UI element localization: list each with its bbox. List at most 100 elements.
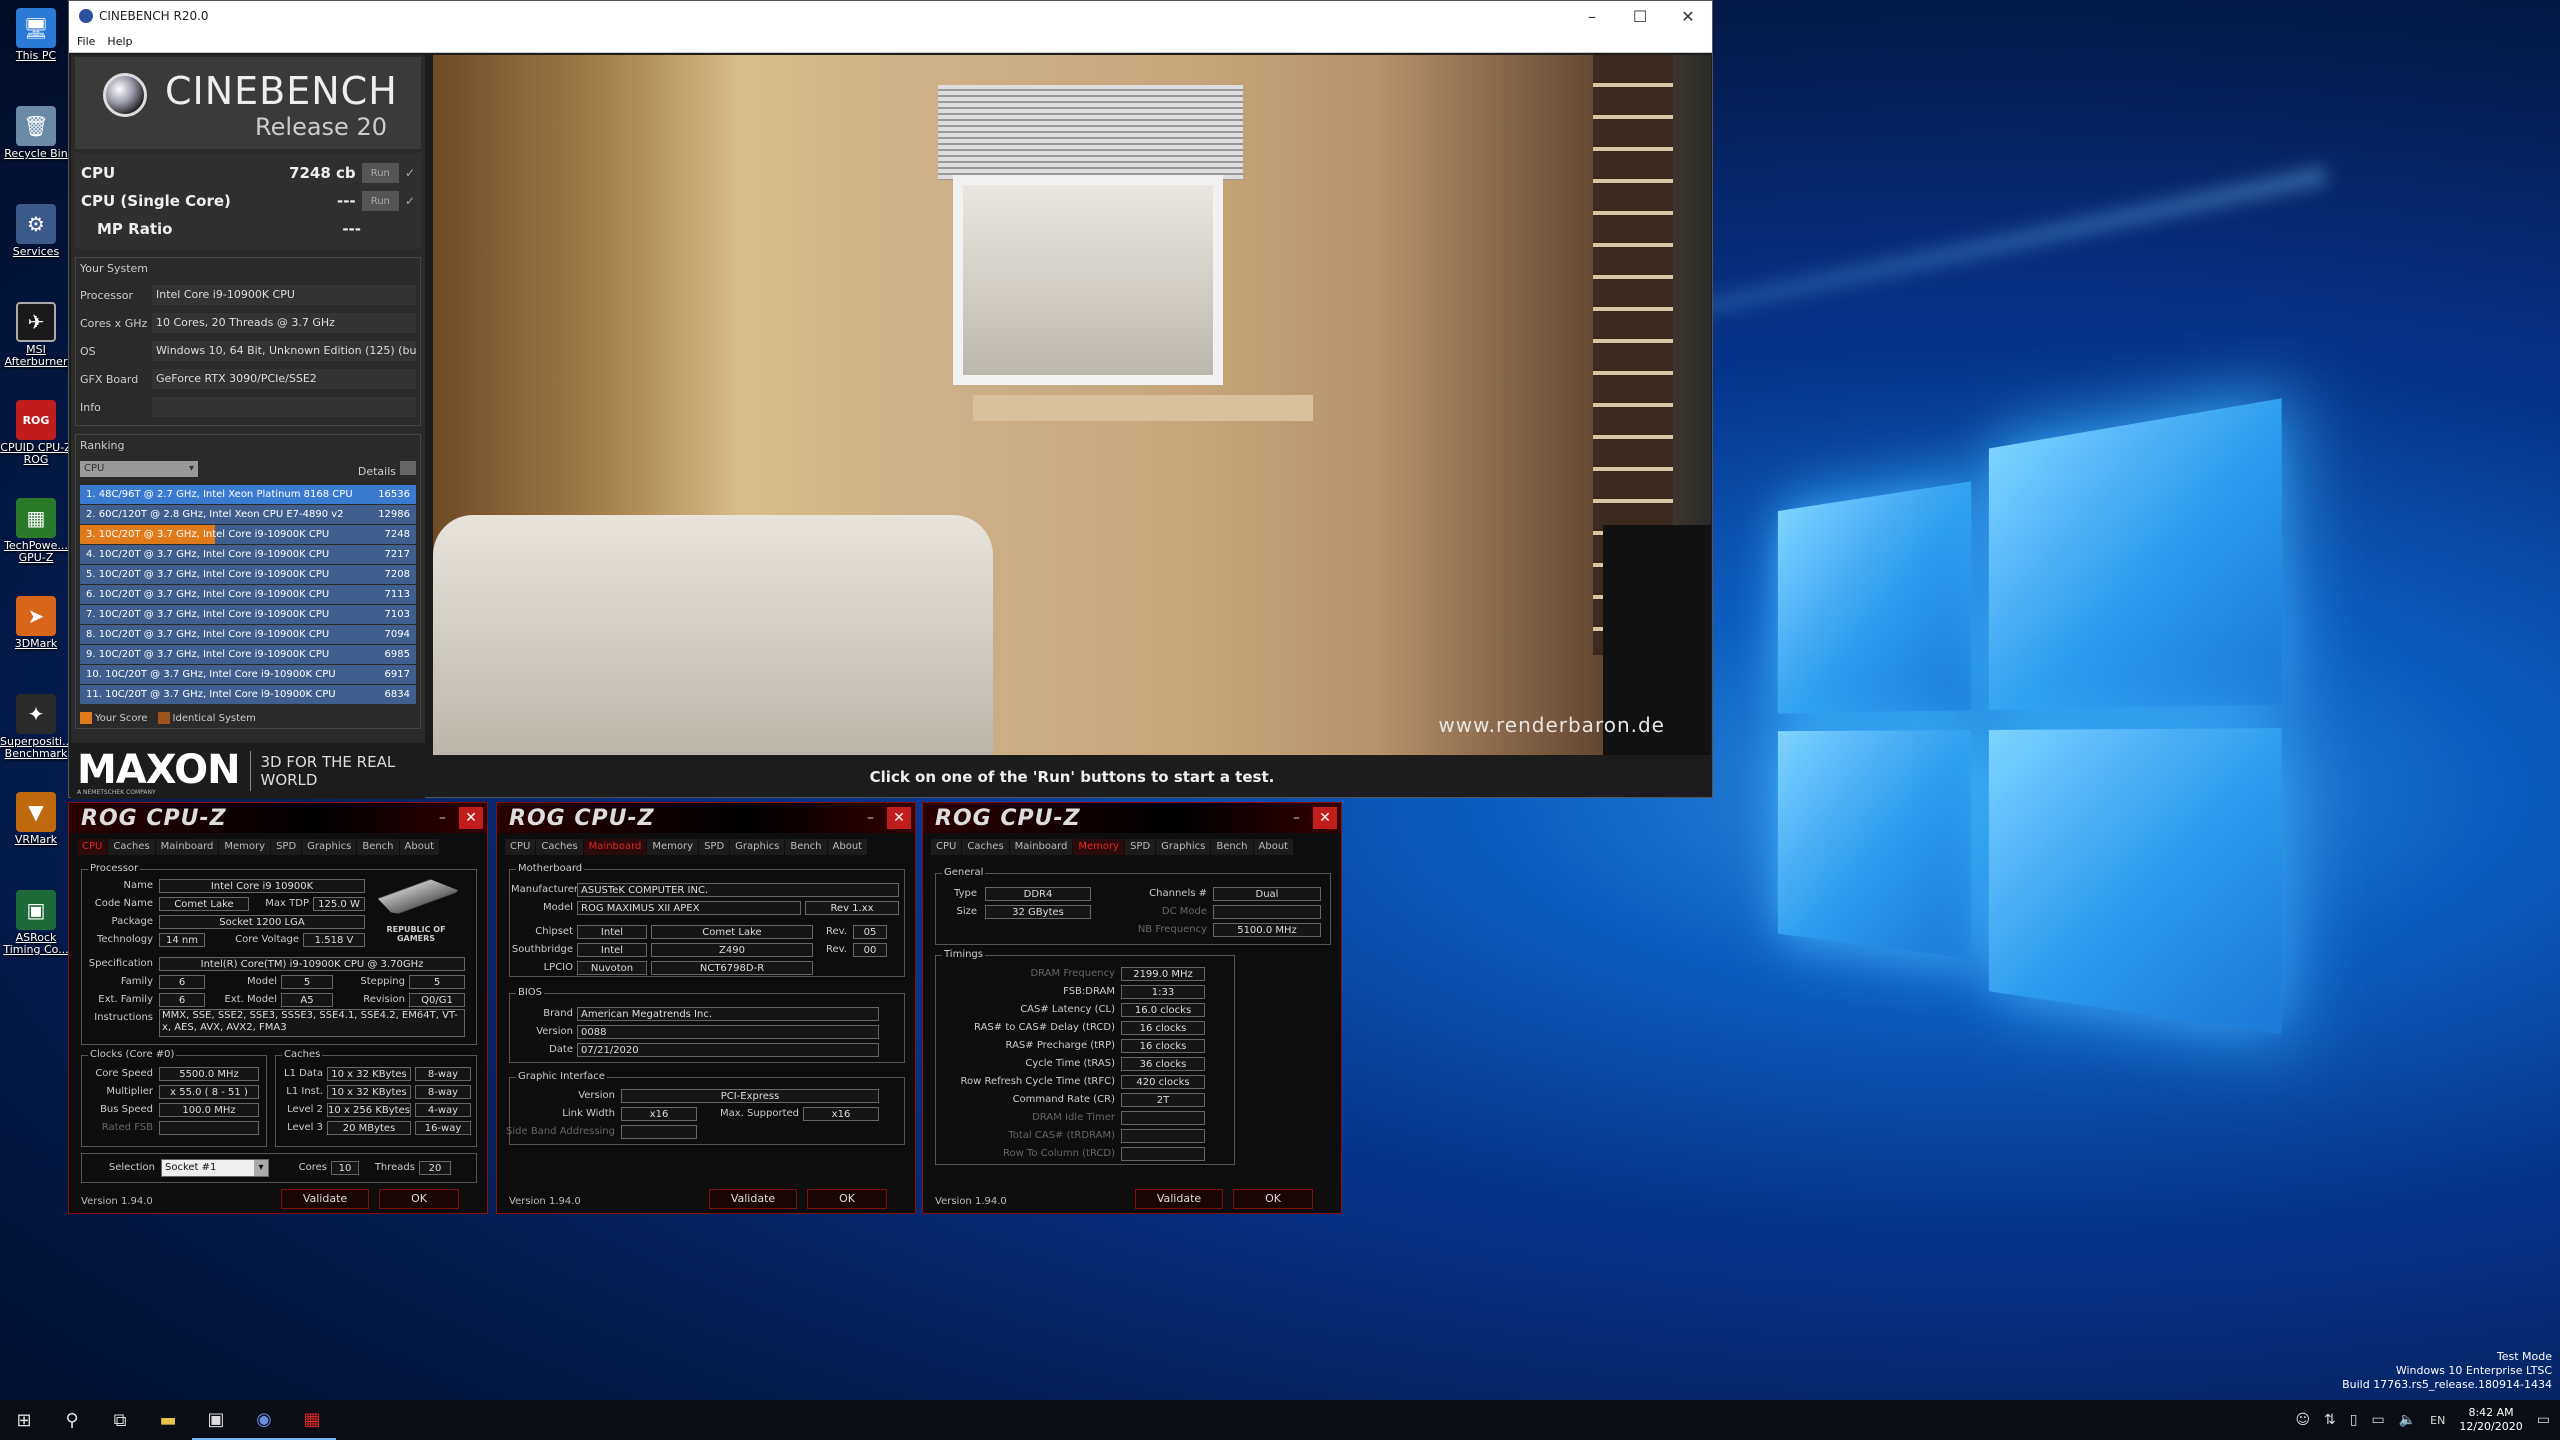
tab-spd[interactable]: SPD — [271, 839, 302, 855]
ranking-select[interactable]: CPU ▾ — [80, 461, 198, 477]
cpuz-title-bar[interactable]: ROG CPU-Z – ✕ — [923, 803, 1341, 833]
ranking-item[interactable]: 11. 10C/20T @ 3.7 GHz, Intel Core i9-109… — [80, 684, 416, 704]
ok-button[interactable]: OK — [807, 1189, 887, 1209]
validate-button[interactable]: Validate — [1135, 1189, 1223, 1209]
run-single-core-button[interactable]: Run — [361, 191, 399, 211]
run-cpu-button[interactable]: Run — [361, 163, 399, 183]
tab-spd[interactable]: SPD — [699, 839, 730, 855]
system-key: Processor — [80, 288, 133, 302]
ranking-item[interactable]: 2. 60C/120T @ 2.8 GHz, Intel Xeon CPU E7… — [80, 504, 416, 524]
taskbar-file-explorer[interactable]: ▬ — [144, 1400, 192, 1440]
validate-button[interactable]: Validate — [709, 1189, 797, 1209]
close-button[interactable]: ✕ — [459, 807, 483, 829]
ranking-item[interactable]: 6. 10C/20T @ 3.7 GHz, Intel Core i9-1090… — [80, 584, 416, 604]
legend-your-score: Your Score — [80, 712, 148, 724]
selection-dropdown[interactable]: Socket #1 ▾ — [161, 1159, 269, 1177]
title-bar[interactable]: CINEBENCH R20.0 – ☐ ✕ — [69, 1, 1712, 31]
desktop-icon-vrmark[interactable]: ▼ VRMark — [0, 792, 72, 846]
validate-button[interactable]: Validate — [281, 1189, 369, 1209]
desktop-icon-msi-afterburner[interactable]: ✈ MSI Afterburner — [0, 302, 72, 368]
tab-graphics[interactable]: Graphics — [1156, 839, 1211, 855]
tab-about[interactable]: About — [1253, 839, 1294, 855]
desktop-icon-services[interactable]: ⚙ Services — [0, 204, 72, 258]
tab-caches[interactable]: Caches — [108, 839, 155, 855]
ok-button[interactable]: OK — [1233, 1189, 1313, 1209]
info-input[interactable] — [152, 397, 416, 417]
desktop-icon-superposition[interactable]: ✦ Superpositi... Benchmark — [0, 694, 73, 760]
close-button[interactable]: ✕ — [1664, 7, 1712, 26]
ranking-item[interactable]: 10. 10C/20T @ 3.7 GHz, Intel Core i9-109… — [80, 664, 416, 684]
network-icon[interactable]: ⇅ — [2324, 1412, 2336, 1428]
taskbar-cinebench[interactable]: ◉ — [240, 1400, 288, 1440]
desktop-icon-cpuz-rog[interactable]: ROG CPUID CPU-Z ROG — [0, 400, 72, 466]
tab-spd[interactable]: SPD — [1125, 839, 1156, 855]
battery-icon[interactable]: ▯ — [2350, 1412, 2358, 1428]
field-label: Side Band Addressing — [506, 1126, 615, 1137]
tab-mainboard[interactable]: Mainboard — [155, 839, 219, 855]
desktop-icon-this-pc[interactable]: 🖥 This PC — [0, 8, 72, 62]
tab-cpu[interactable]: CPU — [931, 839, 962, 855]
minimize-button[interactable]: – — [439, 810, 459, 826]
tab-about[interactable]: About — [827, 839, 868, 855]
ranking-item[interactable]: 3. 10C/20T @ 3.7 GHz, Intel Core i9-1090… — [80, 524, 416, 544]
tab-mainboard[interactable]: Mainboard — [583, 839, 647, 855]
minimize-button[interactable]: – — [1568, 7, 1616, 26]
details-button[interactable]: Details — [358, 460, 416, 478]
tab-mainboard[interactable]: Mainboard — [1009, 839, 1073, 855]
maximize-button[interactable]: ☐ — [1616, 7, 1664, 26]
ranking-list[interactable]: 1. 48C/96T @ 2.7 GHz, Intel Xeon Platinu… — [80, 484, 416, 706]
taskbar-app[interactable]: ▣ — [192, 1400, 240, 1440]
tab-bench[interactable]: Bench — [1211, 839, 1253, 855]
cpuz-title-bar[interactable]: ROG CPU-Z – ✕ — [69, 803, 487, 833]
field-label: NB Frequency — [1137, 924, 1207, 935]
desktop-icon-asrock[interactable]: ▣ ASRock Timing Co... — [0, 890, 72, 956]
start-button[interactable]: ⊞ — [0, 1400, 48, 1440]
tab-caches[interactable]: Caches — [536, 839, 583, 855]
clock[interactable]: 8:42 AM 12/20/2020 — [2459, 1406, 2522, 1434]
desktop-icon-recycle-bin[interactable]: 🗑 Recycle Bin — [0, 106, 72, 160]
checkmark-icon[interactable]: ✓ — [405, 166, 415, 180]
ranking-item[interactable]: 7. 10C/20T @ 3.7 GHz, Intel Core i9-1090… — [80, 604, 416, 624]
search-button[interactable]: ⚲ — [48, 1400, 96, 1440]
tab-about[interactable]: About — [399, 839, 440, 855]
field-value: 100.0 MHz — [159, 1103, 259, 1117]
taskbar-cpuz[interactable]: ▦ — [288, 1400, 336, 1440]
tab-graphics[interactable]: Graphics — [302, 839, 357, 855]
checkmark-icon[interactable]: ✓ — [405, 194, 415, 208]
close-button[interactable]: ✕ — [887, 807, 911, 829]
desktop-icon-gpuz[interactable]: ▦ TechPowe... GPU-Z — [0, 498, 72, 564]
volume-icon[interactable]: 🔈 — [2399, 1412, 2416, 1428]
language-indicator[interactable]: EN — [2430, 1414, 2445, 1427]
ranking-item[interactable]: 4. 10C/20T @ 3.7 GHz, Intel Core i9-1090… — [80, 544, 416, 564]
minimize-button[interactable]: – — [867, 810, 887, 826]
cpuz-title-bar[interactable]: ROG CPU-Z – ✕ — [497, 803, 915, 833]
ranking-item[interactable]: 8. 10C/20T @ 3.7 GHz, Intel Core i9-1090… — [80, 624, 416, 644]
menu-help[interactable]: Help — [107, 35, 132, 48]
minimize-button[interactable]: – — [1293, 810, 1313, 826]
ranking-item[interactable]: 9. 10C/20T @ 3.7 GHz, Intel Core i9-1090… — [80, 644, 416, 664]
tab-memory[interactable]: Memory — [1073, 839, 1125, 855]
ranking-item[interactable]: 1. 48C/96T @ 2.7 GHz, Intel Xeon Platinu… — [80, 484, 416, 504]
ok-button[interactable]: OK — [379, 1189, 459, 1209]
tab-memory[interactable]: Memory — [219, 839, 271, 855]
ranking-item[interactable]: 5. 10C/20T @ 3.7 GHz, Intel Core i9-1090… — [80, 564, 416, 584]
desktop-icon-3dmark[interactable]: ➤ 3DMark — [0, 596, 72, 650]
tab-bench[interactable]: Bench — [785, 839, 827, 855]
tab-graphics[interactable]: Graphics — [730, 839, 785, 855]
menu-file[interactable]: File — [77, 35, 95, 48]
tab-memory[interactable]: Memory — [647, 839, 699, 855]
tab-cpu[interactable]: CPU — [505, 839, 536, 855]
field-label: Type — [954, 888, 977, 899]
notification-icon[interactable]: ▭ — [2537, 1412, 2550, 1428]
ranking-item-text: 3. 10C/20T @ 3.7 GHz, Intel Core i9-1090… — [86, 529, 330, 540]
people-icon[interactable]: ☺ — [2295, 1412, 2310, 1428]
task-view-button[interactable]: ⧉ — [96, 1400, 144, 1440]
group-legend: Motherboard — [516, 863, 585, 874]
display-icon[interactable]: ▭ — [2372, 1412, 2385, 1428]
tab-caches[interactable]: Caches — [962, 839, 1009, 855]
field-label: Cores — [298, 1162, 327, 1173]
tab-cpu[interactable]: CPU — [77, 839, 108, 855]
close-button[interactable]: ✕ — [1313, 807, 1337, 829]
tab-bench[interactable]: Bench — [357, 839, 399, 855]
field-label: Core Voltage — [235, 934, 299, 945]
